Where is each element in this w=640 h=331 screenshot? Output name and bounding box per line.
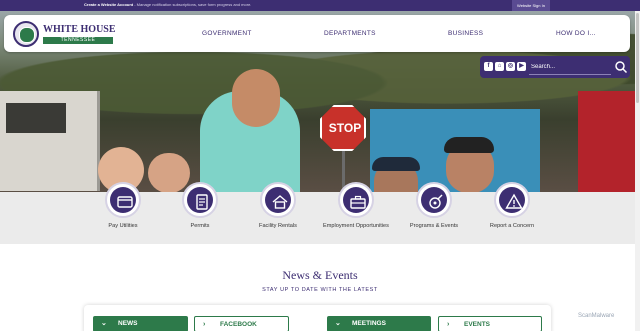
hero-person-head	[232, 69, 280, 127]
news-events-heading: News & Events	[282, 268, 358, 282]
site-logo[interactable]: WHITE HOUSE TENNESSEE	[13, 21, 116, 47]
tab-label: EVENTS	[464, 321, 491, 328]
food-truck-red	[578, 91, 640, 192]
tab-meetings[interactable]: ⌄ MEETINGS	[327, 316, 431, 331]
quick-link-label: Report a Concern	[489, 223, 535, 229]
warning-icon	[505, 193, 523, 209]
quick-link-permits[interactable]: Permits	[155, 182, 245, 242]
quick-link-label: Facility Rentals	[259, 223, 297, 229]
search-bar: f ⌂ ◎ ▶	[480, 56, 630, 78]
facebook-icon[interactable]: f	[484, 62, 493, 71]
tab-events[interactable]: › EVENTS	[438, 316, 542, 331]
tab-news[interactable]: ⌄ NEWS	[93, 316, 188, 331]
tab-facebook[interactable]: › FACEBOOK	[194, 316, 289, 331]
search-button[interactable]	[614, 60, 628, 74]
quick-link-facility-rentals[interactable]: Facility Rentals	[233, 182, 323, 242]
hero-cap	[372, 157, 420, 171]
permits-icon	[196, 194, 208, 210]
briefcase-icon	[350, 195, 366, 209]
chevron-down-icon: ⌄	[101, 320, 107, 327]
chevron-right-icon: ›	[203, 321, 206, 328]
events-tabs: ⌄ MEETINGS › EVENTS	[320, 305, 545, 331]
news-events-subtitle: STAY UP TO DATE WITH THE LATEST	[262, 287, 378, 293]
account-bar: Create a Website Account - Manage notifi…	[0, 0, 640, 11]
nav-departments[interactable]: DEPARTMENTS	[324, 30, 376, 37]
tab-label: FACEBOOK	[220, 321, 257, 328]
quick-link-programs-events[interactable]: Programs & Events	[389, 182, 479, 242]
hero-cap	[444, 137, 494, 153]
tab-label: MEETINGS	[352, 320, 386, 327]
chevron-down-icon: ⌄	[335, 320, 341, 327]
programs-events-icon	[429, 194, 443, 209]
account-message[interactable]: Create a Website Account - Manage notifi…	[84, 2, 251, 7]
logo-state: TENNESSEE	[43, 37, 113, 44]
account-description: - Manage notification subscriptions, sav…	[133, 2, 252, 7]
pay-utilities-icon	[117, 196, 133, 208]
city-seal-icon	[13, 21, 39, 47]
logo-name: WHITE HOUSE	[43, 24, 116, 35]
quick-link-label: Employment Opportunities	[323, 223, 389, 229]
instagram-icon[interactable]: ◎	[506, 62, 515, 71]
quick-link-employment-opportunities[interactable]: Employment Opportunities	[311, 182, 401, 242]
youtube-icon[interactable]: ▶	[517, 62, 526, 71]
food-truck-left	[0, 91, 100, 191]
facility-rentals-icon	[272, 195, 288, 209]
quick-link-label: Permits	[190, 223, 210, 229]
search-icon	[615, 61, 628, 74]
home-icon[interactable]: ⌂	[495, 62, 504, 71]
nav-business[interactable]: BUSINESS	[448, 30, 483, 37]
nav-government[interactable]: GOVERNMENT	[202, 30, 252, 37]
search-input[interactable]	[529, 59, 611, 75]
chevron-right-icon: ›	[447, 321, 450, 328]
scanmalware-watermark: ScanMalware	[578, 313, 615, 319]
scrollbar-thumb[interactable]	[636, 13, 639, 103]
create-account-link[interactable]: Create a Website Account	[84, 2, 133, 7]
tab-label: NEWS	[118, 320, 138, 327]
news-tabs: ⌄ NEWS › FACEBOOK	[84, 305, 304, 331]
quick-link-label: Programs & Events	[409, 223, 459, 229]
sign-in-button[interactable]: Website Sign In	[512, 0, 550, 11]
stop-sign-text: STOP	[328, 121, 362, 135]
site-header: WHITE HOUSE TENNESSEE GOVERNMENT DEPARTM…	[4, 15, 630, 52]
quick-link-report-a-concern[interactable]: Report a Concern	[467, 182, 557, 242]
scrollbar[interactable]	[635, 11, 640, 331]
nav-how-do-i[interactable]: HOW DO I...	[556, 30, 596, 37]
